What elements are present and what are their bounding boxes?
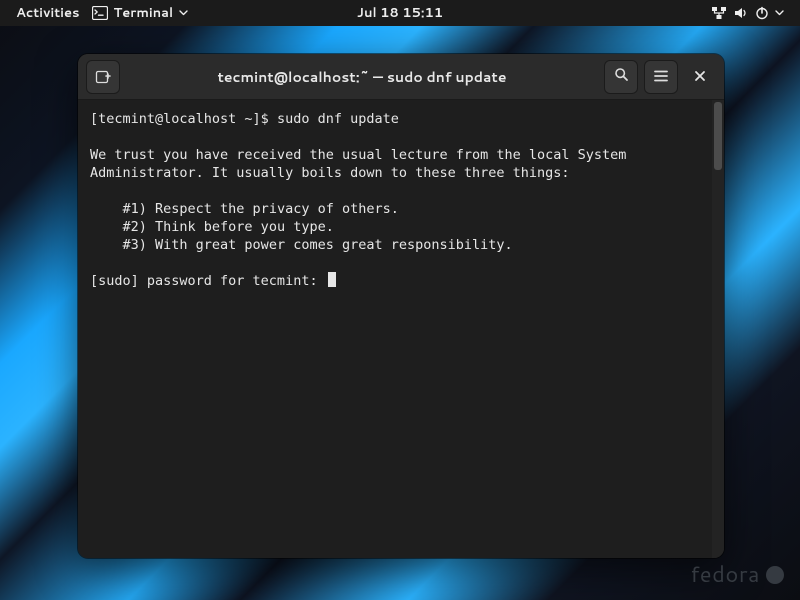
network-icon [711,6,727,20]
app-menu[interactable]: Terminal [86,4,195,22]
close-icon [694,65,706,88]
close-button[interactable] [684,61,716,93]
activities-button[interactable]: Activities [10,4,86,22]
lecture-line: Administrator. It usually boils down to … [90,165,570,181]
lecture-rule: #1) Respect the privacy of others. [90,201,399,217]
lecture-rule: #2) Think before you type. [90,219,334,235]
power-icon [755,6,769,20]
terminal-window: tecmint@localhost:~ — sudo dnf update [t… [78,54,724,558]
chevron-down-icon [775,10,784,16]
search-button[interactable] [604,60,638,94]
terminal-scrollbar[interactable] [712,100,724,558]
scrollbar-thumb[interactable] [714,102,722,170]
chevron-down-icon [179,10,188,16]
hamburger-menu-button[interactable] [644,60,678,94]
fedora-watermark: fedora [690,559,784,590]
clock[interactable]: Jul 18 15:11 [357,4,443,22]
shell-prompt: [tecmint@localhost ~]$ [90,111,277,127]
text-cursor [328,272,336,287]
terminal-icon [92,6,108,20]
lecture-line: We trust you have received the usual lec… [90,147,626,163]
gnome-top-bar: Activities Terminal Jul 18 15:11 [0,0,800,26]
volume-icon [733,6,749,20]
hamburger-icon [654,65,668,88]
typed-command: sudo dnf update [277,111,399,127]
status-menu[interactable] [705,6,790,20]
window-titlebar[interactable]: tecmint@localhost:~ — sudo dnf update [78,54,724,100]
sudo-password-prompt: [sudo] password for tecmint: [90,273,326,289]
terminal-viewport[interactable]: [tecmint@localhost ~]$ sudo dnf update W… [78,100,724,558]
window-title: tecmint@localhost:~ — sudo dnf update [128,67,596,87]
app-menu-label: Terminal [114,4,174,22]
new-tab-button[interactable] [86,60,120,94]
titlebar-right-group [604,60,716,94]
search-icon [614,65,629,88]
datetime-label: Jul 18 15:11 [357,4,443,22]
terminal-output[interactable]: [tecmint@localhost ~]$ sudo dnf update W… [78,100,724,558]
activities-label: Activities [16,4,80,22]
fedora-wordmark: fedora [690,559,760,590]
fedora-logo-icon [766,566,784,584]
lecture-rule: #3) With great power comes great respons… [90,237,513,253]
